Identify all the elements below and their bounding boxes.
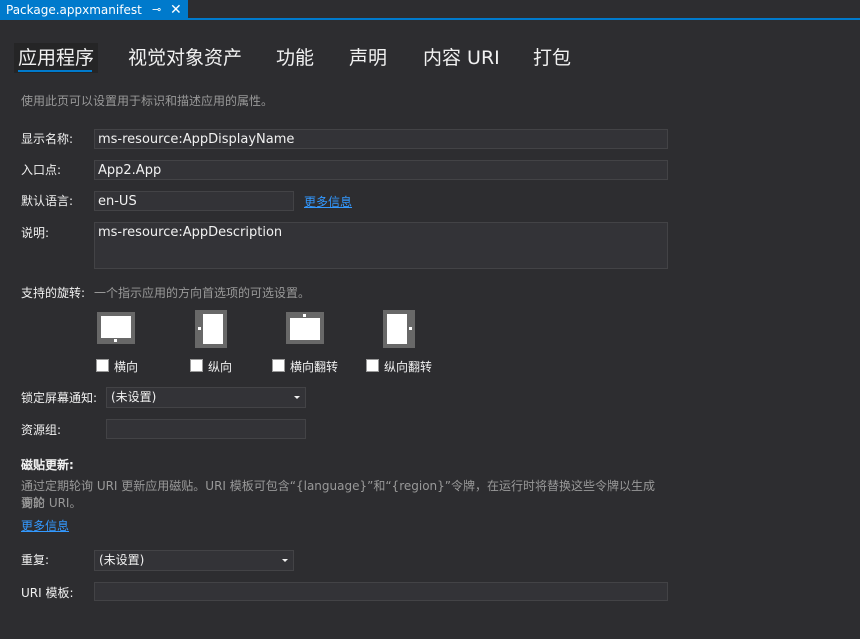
tab-application[interactable]: 应用程序 <box>14 43 99 73</box>
portrait-icon <box>195 310 227 348</box>
document-tab[interactable]: Package.appxmanifest ⊸ ✕ <box>0 0 188 20</box>
landscape-flipped-checkbox[interactable] <box>272 359 285 372</box>
default-language-label: 默认语言: <box>21 194 74 208</box>
tab-capabilities[interactable]: 功能 <box>276 43 314 73</box>
default-language-field[interactable]: en-US <box>94 191 294 211</box>
chevron-down-icon <box>294 396 300 399</box>
rotation-hint: 一个指示应用的方向首选项的可选设置。 <box>94 286 311 300</box>
rotation-label: 支持的旋转: <box>21 286 86 300</box>
recurrence-dropdown[interactable]: (未设置) <box>94 550 294 571</box>
lock-screen-dropdown-value: (未设置) <box>111 390 157 404</box>
tile-update-description-line2: 询的 URI。 <box>21 496 82 510</box>
display-name-field[interactable]: ms-resource:AppDisplayName <box>94 129 668 149</box>
tile-update-more-info-link[interactable]: 更多信息 <box>21 517 69 534</box>
description-label: 说明: <box>21 226 50 240</box>
tab-content-uris[interactable]: 内容 URI <box>423 43 500 73</box>
landscape-checkbox-label[interactable]: 横向 <box>114 358 138 375</box>
uri-template-label: URI 模板: <box>21 586 74 600</box>
lock-screen-dropdown[interactable]: (未设置) <box>106 387 306 408</box>
active-tab-underline <box>18 70 92 72</box>
resource-group-label: 资源组: <box>21 423 62 437</box>
chevron-down-icon <box>282 559 288 562</box>
tab-packaging[interactable]: 打包 <box>533 43 571 73</box>
tile-update-title: 磁贴更新: <box>21 458 74 472</box>
portrait-flipped-checkbox-label[interactable]: 纵向翻转 <box>384 358 432 375</box>
entry-point-field[interactable]: App2.App <box>94 160 668 180</box>
resource-group-field[interactable] <box>106 419 306 439</box>
portrait-flipped-icon <box>383 310 415 348</box>
entry-point-label: 入口点: <box>21 163 62 177</box>
portrait-checkbox-label[interactable]: 纵向 <box>208 358 232 375</box>
close-icon[interactable]: ✕ <box>170 0 182 20</box>
language-more-info-link[interactable]: 更多信息 <box>304 193 352 210</box>
tab-visual-assets[interactable]: 视觉对象资产 <box>128 43 242 73</box>
tab-declarations[interactable]: 声明 <box>349 43 387 73</box>
recurrence-dropdown-value: (未设置) <box>99 553 145 567</box>
lock-screen-label: 锁定屏幕通知: <box>21 391 98 405</box>
recurrence-label: 重复: <box>21 553 50 567</box>
uri-template-field[interactable] <box>94 582 668 601</box>
page-description: 使用此页可以设置用于标识和描述应用的属性。 <box>21 94 274 108</box>
portrait-checkbox[interactable] <box>190 359 203 372</box>
landscape-icon <box>97 312 135 344</box>
portrait-flipped-checkbox[interactable] <box>366 359 379 372</box>
display-name-label: 显示名称: <box>21 132 74 146</box>
landscape-flipped-icon <box>286 312 324 344</box>
document-tab-title: Package.appxmanifest <box>6 3 142 17</box>
description-field[interactable]: ms-resource:AppDescription <box>94 222 668 269</box>
landscape-checkbox[interactable] <box>96 359 109 372</box>
landscape-flipped-checkbox-label[interactable]: 横向翻转 <box>290 358 338 375</box>
pin-icon[interactable]: ⊸ <box>152 0 161 20</box>
